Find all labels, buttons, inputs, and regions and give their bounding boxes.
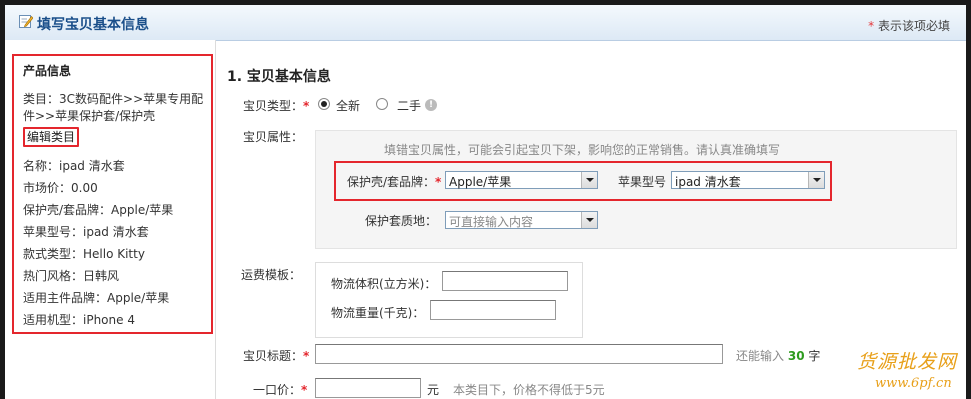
- item-title-label: 宝贝标题：*: [243, 349, 310, 363]
- product-info-box: 产品信息 类目：3C数码配件>>苹果专用配 件>>苹果保护套/保护壳 编辑类目 …: [12, 54, 213, 334]
- info-row-device: 适用机型：iPhone 4: [23, 313, 135, 327]
- price-input[interactable]: [315, 378, 421, 398]
- weight-label: 物流重量(千克)：: [331, 306, 425, 320]
- info-icon[interactable]: !: [425, 99, 437, 111]
- edit-category-button[interactable]: 编辑类目: [23, 127, 80, 147]
- attributes-box: 填错宝贝属性，可能会引起宝贝下架，影响您的正常销售。请认真准确填写 保护壳/套品…: [315, 130, 957, 249]
- edit-pencil-icon: [19, 15, 33, 28]
- item-title-input[interactable]: [315, 344, 723, 364]
- radio-used-label[interactable]: 二手: [397, 97, 421, 114]
- brand-label: 保护壳/套品牌：*: [347, 175, 442, 189]
- volume-label: 物流体积(立方米)：: [331, 277, 437, 291]
- radio-used[interactable]: [376, 98, 388, 110]
- info-row-hot-style: 热门风格：日韩风: [23, 269, 120, 283]
- window: 填写宝贝基本信息 * 表示该项必填 产品信息 类目：3C数码配件>>苹果专用配 …: [5, 5, 966, 399]
- info-row-main-brand: 适用主件品牌：Apple/苹果: [23, 291, 170, 305]
- info-row-market-price: 市场价：0.00: [23, 181, 98, 195]
- info-row-style-type: 款式类型：Hello Kitty: [23, 247, 145, 261]
- watermark-logo: 货源批发网 www.6pf.cn: [857, 351, 958, 391]
- radio-new[interactable]: [318, 98, 330, 110]
- info-row-brand: 保护壳/套品牌：Apple/苹果: [23, 203, 174, 217]
- info-row-name: 名称：ipad 清水套: [23, 159, 125, 173]
- chevron-down-icon: [808, 172, 824, 188]
- chevron-down-icon: [581, 212, 597, 228]
- brand-select[interactable]: Apple/苹果: [445, 171, 598, 189]
- required-note: * 表示该项必填: [868, 19, 950, 33]
- price-hint: 本类目下，价格不得低于5元: [453, 383, 605, 397]
- page-header: 填写宝贝基本信息 * 表示该项必填: [5, 5, 966, 41]
- section-title: 1. 宝贝基本信息: [227, 69, 331, 85]
- category-line-1: 类目：3C数码配件>>苹果专用配: [23, 92, 204, 106]
- material-label: 保护套质地：: [365, 214, 438, 228]
- shipping-box: 物流体积(立方米)： 物流重量(千克)：: [315, 262, 583, 338]
- title-remaining-count: 还能输入 30 字: [736, 349, 821, 363]
- radio-new-label[interactable]: 全新: [336, 97, 360, 114]
- price-unit: 元: [427, 383, 440, 397]
- info-row-model: 苹果型号：ipad 清水套: [23, 225, 149, 239]
- weight-input[interactable]: [430, 300, 556, 320]
- shipping-template-label: 运费模板：: [241, 268, 302, 282]
- material-select[interactable]: 可直接输入内容: [445, 211, 598, 229]
- model-label: 苹果型号: [618, 175, 667, 189]
- price-label: 一口价：*: [253, 383, 308, 397]
- page-title: 填写宝贝基本信息: [37, 17, 149, 33]
- attributes-tip: 填错宝贝属性，可能会引起宝贝下架，影响您的正常销售。请认真准确填写: [384, 143, 781, 157]
- volume-input[interactable]: [442, 271, 568, 291]
- model-select[interactable]: ipad 清水套: [671, 171, 825, 189]
- chevron-down-icon: [581, 172, 597, 188]
- attributes-label: 宝贝属性：: [243, 130, 304, 144]
- item-type-label: 宝贝类型：*: [243, 99, 310, 113]
- product-info-title: 产品信息: [23, 64, 72, 78]
- main-form: 1. 宝贝基本信息 宝贝类型：* 全新 二手 ! 宝贝属性： 填错宝贝属性，可能…: [215, 40, 966, 399]
- category-line-2: 件>>苹果保护套/保护壳: [23, 109, 156, 123]
